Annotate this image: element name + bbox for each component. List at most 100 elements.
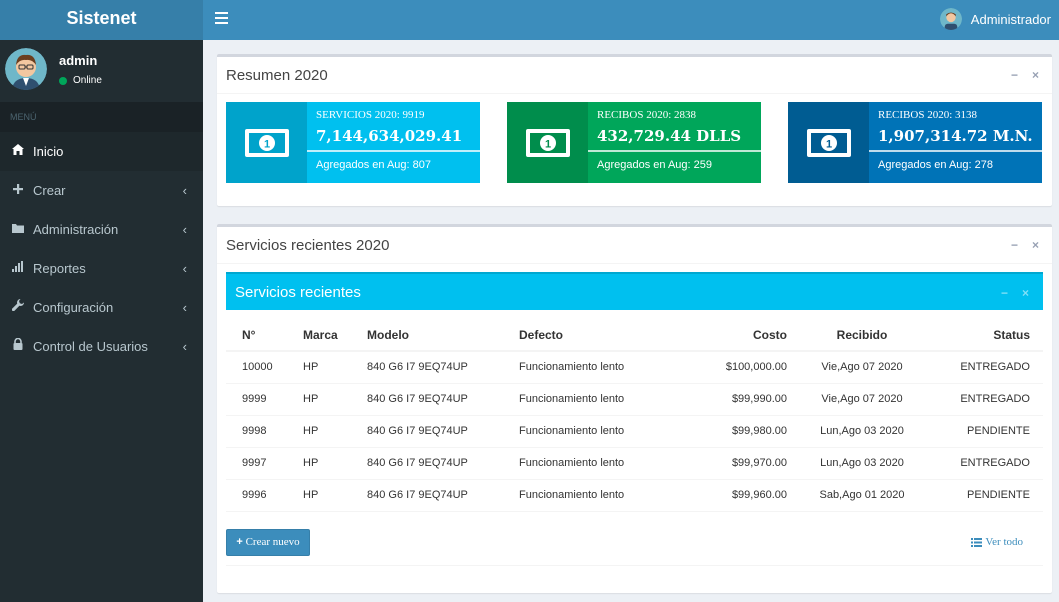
info-box-label: SERVICIOS 2020: 9919 <box>316 109 425 121</box>
info-box-description: Agregados en Aug: 278 <box>878 159 993 171</box>
cell-brand: HP <box>303 447 367 480</box>
cell-cost: $99,960.00 <box>681 479 787 512</box>
cell-number: 9998 <box>226 415 303 448</box>
column-header: Status <box>937 319 1043 352</box>
sidebar-item-configuracion[interactable]: Configuración ‹ <box>0 288 203 327</box>
plus-icon: + <box>236 536 243 548</box>
cell-status: ENTREGADO <box>937 447 1043 480</box>
user-menu[interactable]: Administrador <box>939 6 1051 32</box>
column-header: Defecto <box>519 319 681 352</box>
sidebar-item-label: Crear <box>33 183 66 198</box>
money-bill-icon: 1 <box>788 102 869 183</box>
sidebar-item-crear[interactable]: Crear ‹ <box>0 171 203 210</box>
divider <box>217 93 1052 94</box>
recent-box-title: Servicios recientes 2020 <box>226 237 390 254</box>
table-row[interactable]: 9997 HP 840 G6 I7 9EQ74UP Funcionamiento… <box>226 447 1043 480</box>
info-box-value: 1,907,314.72 M.N. <box>878 127 1033 145</box>
info-box-content: SERVICIOS 2020: 9919 7,144,634,029.41 Ag… <box>307 102 480 183</box>
close-icon[interactable]: × <box>1032 68 1039 82</box>
cell-defect: Funcionamiento lento <box>519 383 681 416</box>
sidebar-item-control-usuarios[interactable]: Control de Usuarios ‹ <box>0 327 203 366</box>
sidebar-item-label: Control de Usuarios <box>33 339 148 354</box>
sidebar-item-administracion[interactable]: Administración ‹ <box>0 210 203 249</box>
user-panel: admin Online <box>0 40 203 102</box>
cell-cost: $100,000.00 <box>681 351 787 384</box>
cell-model: 840 G6 I7 9EQ74UP <box>367 479 519 512</box>
wrench-icon <box>11 288 25 327</box>
cell-brand: HP <box>303 351 367 384</box>
bar-chart-icon <box>11 249 25 288</box>
user-status-label: Online <box>73 75 102 86</box>
brand-logo[interactable]: Sistenet <box>0 0 203 40</box>
summary-box-tools: − × <box>1011 68 1039 82</box>
info-box-description: Agregados en Aug: 259 <box>597 159 712 171</box>
create-new-label: Crear nuevo <box>245 536 300 548</box>
column-header: Recibido <box>787 319 937 352</box>
sidebar-item-label: Reportes <box>33 261 86 276</box>
create-new-button[interactable]: + Crear nuevo <box>226 529 310 556</box>
progress-bar <box>588 150 761 152</box>
cell-cost: $99,970.00 <box>681 447 787 480</box>
info-box-value: 432,729.44 DLLS <box>597 127 742 145</box>
close-icon[interactable]: × <box>1022 286 1029 300</box>
info-box-content: RECIBOS 2020: 3138 1,907,314.72 M.N. Agr… <box>869 102 1042 183</box>
cell-status: PENDIENTE <box>937 415 1043 448</box>
top-navbar: Administrador <box>203 0 1059 40</box>
money-bill-icon: 1 <box>226 102 307 183</box>
money-bill-icon: 1 <box>507 102 588 183</box>
cell-brand: HP <box>303 479 367 512</box>
collapse-icon[interactable]: − <box>1011 68 1018 82</box>
inner-box-title: Servicios recientes <box>235 284 361 301</box>
cell-number: 9999 <box>226 383 303 416</box>
cell-brand: HP <box>303 383 367 416</box>
close-icon[interactable]: × <box>1032 238 1039 252</box>
cell-defect: Funcionamiento lento <box>519 447 681 480</box>
sidebar-item-inicio[interactable]: Inicio <box>0 132 203 171</box>
cell-received: Lun,Ago 03 2020 <box>787 415 937 448</box>
svg-text:1: 1 <box>825 138 831 150</box>
cell-received: Vie,Ago 07 2020 <box>787 383 937 416</box>
cell-defect: Funcionamiento lento <box>519 415 681 448</box>
cell-cost: $99,990.00 <box>681 383 787 416</box>
column-header: Modelo <box>367 319 519 352</box>
svg-text:1: 1 <box>263 138 269 150</box>
sidebar-item-label: Configuración <box>33 300 114 315</box>
services-table: N° Marca Modelo Defecto Costo Recibido S… <box>226 319 1043 512</box>
divider <box>217 263 1052 264</box>
view-all-label: Ver todo <box>985 536 1023 548</box>
sidebar-item-label: Inicio <box>33 144 64 159</box>
sidebar-user-name: admin <box>59 53 98 68</box>
cell-number: 9997 <box>226 447 303 480</box>
cell-model: 840 G6 I7 9EQ74UP <box>367 447 519 480</box>
info-box-label: RECIBOS 2020: 2838 <box>597 109 697 121</box>
avatar <box>5 48 47 90</box>
inner-box-header: Servicios recientes − × <box>226 272 1043 310</box>
chevron-left-icon: ‹ <box>182 222 187 237</box>
table-row[interactable]: 10000 HP 840 G6 I7 9EQ74UP Funcionamient… <box>226 351 1043 384</box>
cell-model: 840 G6 I7 9EQ74UP <box>367 383 519 416</box>
home-icon <box>11 132 25 171</box>
sidebar-menu: Inicio Crear ‹ Administración ‹ Reportes… <box>0 132 203 366</box>
table-row[interactable]: 9998 HP 840 G6 I7 9EQ74UP Funcionamiento… <box>226 415 1043 448</box>
inner-box-tools: − × <box>1001 286 1029 300</box>
progress-bar <box>869 150 1042 152</box>
svg-text:1: 1 <box>544 138 550 150</box>
lock-icon <box>11 327 25 366</box>
summary-box: Resumen 2020 − × 1 SERVICIOS 2020: 9919 … <box>217 54 1052 206</box>
sidebar-item-reportes[interactable]: Reportes ‹ <box>0 249 203 288</box>
table-row[interactable]: 9996 HP 840 G6 I7 9EQ74UP Funcionamiento… <box>226 479 1043 512</box>
view-all-link[interactable]: Ver todo <box>971 536 1023 548</box>
cell-defect: Funcionamiento lento <box>519 479 681 512</box>
chevron-left-icon: ‹ <box>182 300 187 315</box>
column-header: Marca <box>303 319 367 352</box>
table-row[interactable]: 9999 HP 840 G6 I7 9EQ74UP Funcionamiento… <box>226 383 1043 416</box>
info-box-description: Agregados en Aug: 807 <box>316 159 431 171</box>
collapse-icon[interactable]: − <box>1011 238 1018 252</box>
collapse-icon[interactable]: − <box>1001 286 1008 300</box>
hamburger-icon[interactable] <box>215 12 228 24</box>
progress-bar <box>307 150 480 152</box>
folder-icon <box>11 210 25 249</box>
cell-status: ENTREGADO <box>937 351 1043 384</box>
column-header: N° <box>226 319 303 352</box>
cell-number: 10000 <box>226 351 303 384</box>
